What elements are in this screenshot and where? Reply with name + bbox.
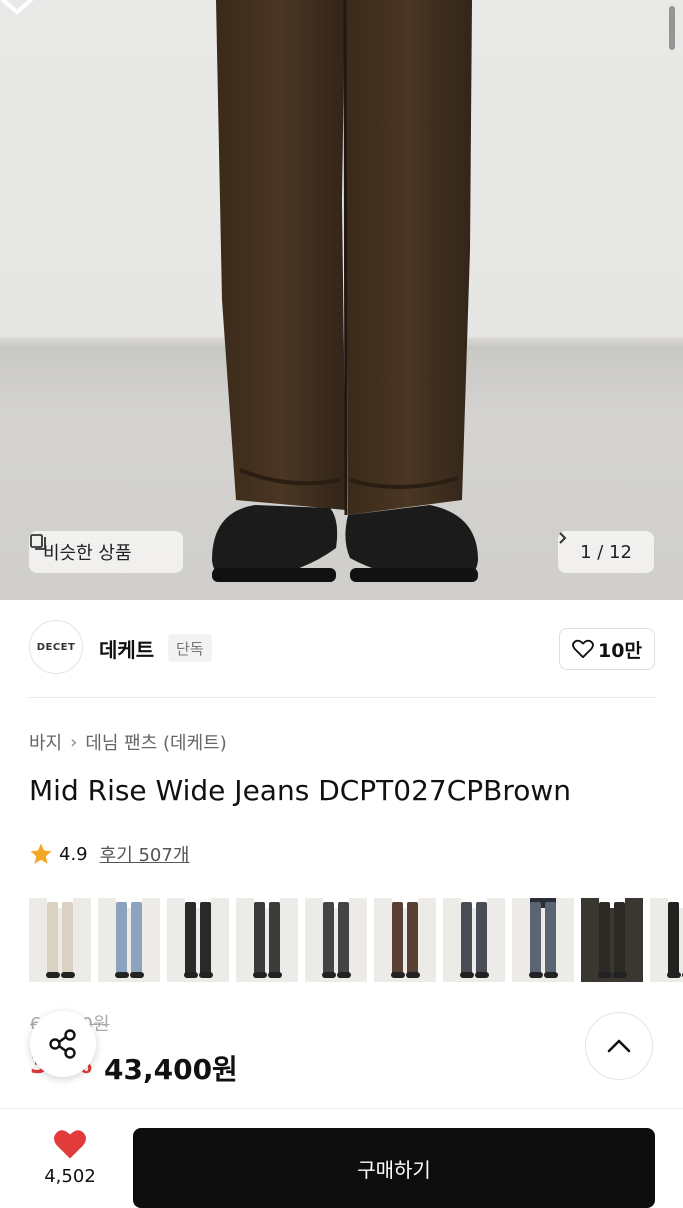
brand-like-count: 10만 [598, 639, 642, 662]
thumbnail-shoe [529, 972, 543, 978]
thumbnail-shoe [268, 972, 282, 978]
thumbnail-shoe [475, 972, 489, 978]
thumbnail-leg [131, 902, 142, 974]
brand-like-button[interactable]: 10만 [559, 628, 655, 670]
chevron-right-icon [559, 532, 567, 544]
thumbnail-shoe [184, 972, 198, 978]
thumbnail-light-beige[interactable] [29, 898, 91, 982]
thumbnail-brown[interactable] [374, 898, 436, 982]
brand-name[interactable]: 데케트 [99, 634, 154, 663]
chevron-right-icon: › [70, 731, 78, 753]
thumbnail-leg [185, 902, 196, 974]
thumbnail-shoe [337, 972, 351, 978]
buy-button[interactable]: 구매하기 [133, 1128, 655, 1208]
thumbnail-leg [545, 902, 556, 974]
thumbnail-light-blue[interactable] [98, 898, 160, 982]
scroll-top-button[interactable] [585, 1012, 653, 1080]
rating: 4.9 후기 507개 [29, 841, 189, 867]
thumbnail-leg [47, 902, 58, 974]
thumbnail-shoe [46, 972, 60, 978]
exclusive-badge: 단독 [168, 634, 212, 662]
heart-filled-icon [54, 1130, 86, 1159]
brand-logo-text: DECET [36, 641, 76, 653]
thumbnail-shoe [115, 972, 129, 978]
heart-outline-icon [572, 639, 594, 659]
thumbnail-shoe [406, 972, 420, 978]
thumbnail-black-cut[interactable] [650, 898, 683, 982]
brand-row: DECET 데케트 단독 10만 [29, 620, 655, 676]
thumbnail-dark-grey[interactable] [305, 898, 367, 982]
thumbnail-group-shot[interactable] [512, 898, 574, 982]
thumbnail-shoe [460, 972, 474, 978]
product-image[interactable]: 비슷한 상품 1 / 12 [0, 0, 683, 600]
breadcrumb-item-denim[interactable]: 데님 팬츠 (데케트) [85, 729, 226, 755]
thumbnail-leg [254, 902, 265, 974]
thumbnail-shoe [253, 972, 267, 978]
breadcrumb-item-pants[interactable]: 바지 [29, 729, 62, 755]
thumbnail-shoe [667, 972, 681, 978]
thumbnail-leg [62, 902, 73, 974]
thumbnail-shoe [544, 972, 558, 978]
thumbnail-leg [476, 902, 487, 974]
thumbnail-shoe [391, 972, 405, 978]
thumbnail-leg [338, 902, 349, 974]
product-title: Mid Rise Wide Jeans DCPT027CPBrown [29, 774, 572, 807]
image-counter: 1 / 12 [580, 541, 632, 563]
thumbnail-shoe [598, 972, 612, 978]
thumbnail-shoe [130, 972, 144, 978]
similar-products-label: 비슷한 상품 [43, 543, 132, 564]
wish-button[interactable]: 4,502 [30, 1128, 110, 1187]
jeans-illustration [212, 0, 478, 582]
thumbnail-grey-blue[interactable] [443, 898, 505, 982]
thumbnail-shoe [199, 972, 213, 978]
chevron-up-icon [607, 1039, 631, 1053]
breadcrumb: 바지 › 데님 팬츠 (데케트) [29, 729, 227, 755]
thumbnail-leg [530, 902, 541, 974]
thumbnail-leg [461, 902, 472, 974]
reviews-link[interactable]: 후기 507개 [100, 841, 190, 867]
thumbnail-leg [269, 902, 280, 974]
thumbnail-leg [200, 902, 211, 974]
thumbnail-leg [116, 902, 127, 974]
thumbnail-strip [29, 898, 683, 982]
sale-price: 43,400원 [104, 1053, 238, 1086]
thumbnail-shoe [61, 972, 75, 978]
image-counter-button[interactable]: 1 / 12 [558, 531, 654, 573]
thumbnail-shoe [322, 972, 336, 978]
buy-button-label: 구매하기 [357, 1158, 431, 1182]
thumbnail-leg [407, 902, 418, 974]
thumbnail-charcoal[interactable] [236, 898, 298, 982]
thumbnail-leg [392, 902, 403, 974]
thumbnail-leg [668, 902, 679, 974]
thumbnail-leg [599, 902, 610, 974]
thumbnail-shoe [613, 972, 627, 978]
divider [29, 697, 655, 698]
scrollbar-thumb[interactable] [669, 6, 675, 50]
close-icon[interactable] [0, 0, 34, 24]
thumbnail-leg [323, 902, 334, 974]
thumbnail-black[interactable] [167, 898, 229, 982]
thumbnail-leg [614, 902, 625, 974]
rating-score: 4.9 [59, 843, 88, 865]
star-icon [30, 843, 52, 864]
wish-count: 4,502 [44, 1166, 96, 1187]
similar-products-button[interactable]: 비슷한 상품 [29, 531, 183, 573]
thumbnail-dark-detail[interactable] [581, 898, 643, 982]
brand-logo[interactable]: DECET [29, 620, 83, 674]
share-icon [49, 1029, 76, 1059]
share-button[interactable] [30, 1011, 96, 1077]
similar-icon [30, 534, 46, 550]
